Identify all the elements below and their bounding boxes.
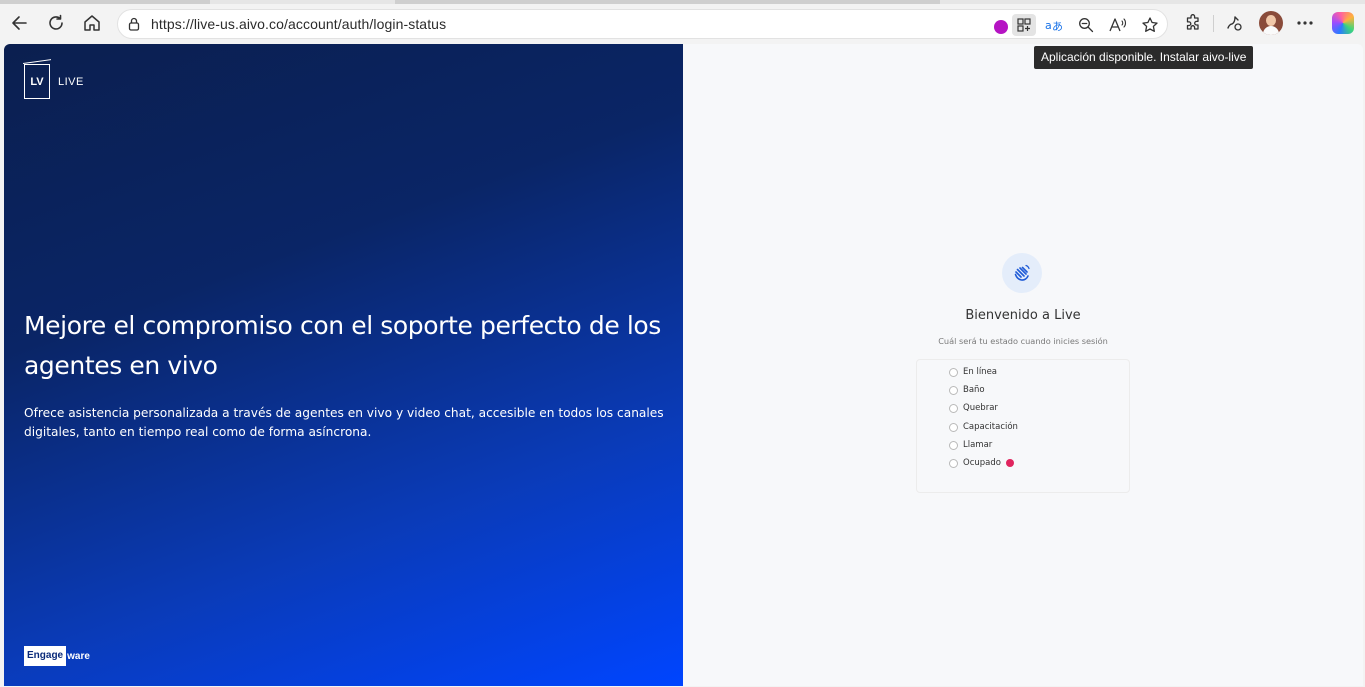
status-label: Capacitación [963, 422, 1018, 432]
status-radio[interactable] [949, 458, 958, 468]
page-content: LV LIVE Mejore el compromiso con el sopo… [4, 44, 1363, 686]
profile-avatar[interactable] [1259, 11, 1283, 35]
extensions-icon [1186, 14, 1199, 30]
wave-hand-icon [1014, 264, 1030, 281]
logo-text: LIVE [58, 75, 84, 88]
status-radio[interactable] [949, 422, 958, 432]
engageware-logo: Engage ware [24, 646, 90, 666]
translate-icon: aあ [1045, 19, 1063, 33]
browser-essentials-icon [1227, 16, 1242, 31]
wave-hand-badge [1002, 253, 1042, 293]
app-available-icon [1017, 18, 1031, 32]
login-status-panel: Bienvenido a Live Cuál será tu estado cu… [683, 44, 1363, 686]
status-label: Baño [963, 385, 985, 395]
refresh-button[interactable] [42, 9, 70, 37]
hero-headline: Mejore el compromiso con el soporte perf… [24, 311, 661, 380]
zoom-button[interactable] [1075, 14, 1097, 36]
browser-chrome: https://live-us.aivo.co/account/auth/log… [0, 0, 1365, 44]
lock-icon[interactable] [126, 16, 142, 32]
app-available-button[interactable] [1012, 14, 1036, 36]
recording-indicator [994, 20, 1008, 34]
back-icon [12, 16, 27, 30]
url-text[interactable]: https://live-us.aivo.co/account/auth/log… [151, 16, 446, 32]
welcome-subtitle: Cuál será tu estado cuando inicies sesió… [938, 336, 1108, 346]
status-options: En línea Baño Quebrar Capacitación Llama… [916, 359, 1130, 493]
brand-rest-text: ware [67, 650, 90, 662]
status-option-quebrar[interactable]: Quebrar [949, 401, 998, 415]
refresh-icon [49, 14, 63, 30]
status-label: Quebrar [963, 403, 998, 413]
zoom-out-icon [1079, 18, 1094, 33]
status-label: En línea [963, 367, 998, 377]
status-radio[interactable] [949, 367, 958, 377]
brand-box-text: Engage [24, 646, 67, 666]
status-option-bano[interactable]: Baño [949, 383, 985, 397]
status-option-en-linea[interactable]: En línea [949, 365, 997, 379]
hero-description: Ofrece asistencia personalizada a través… [24, 406, 664, 439]
hero-panel: LV LIVE Mejore el compromiso con el sopo… [4, 44, 683, 686]
live-logo: LV LIVE [24, 64, 84, 99]
status-option-llamar[interactable]: Llamar [949, 438, 992, 452]
more-icon [1297, 21, 1313, 25]
copilot-icon[interactable] [1332, 12, 1354, 34]
status-radio[interactable] [949, 403, 958, 413]
busy-indicator [1005, 459, 1014, 467]
status-option-ocupado[interactable]: Ocupado [949, 456, 1014, 470]
favorite-button[interactable] [1139, 14, 1161, 36]
status-radio[interactable] [949, 385, 958, 395]
status-option-capacitacion[interactable]: Capacitación [949, 420, 1018, 434]
welcome-title: Bienvenido a Live [965, 308, 1081, 323]
address-bar[interactable]: https://live-us.aivo.co/account/auth/log… [117, 9, 1168, 39]
status-radio[interactable] [949, 440, 958, 450]
toolbar-divider [1213, 15, 1214, 32]
more-button[interactable] [1292, 10, 1318, 36]
svg-text:あ: あ [1052, 20, 1063, 33]
status-label: Ocupado [963, 458, 1001, 468]
browser-essentials-button[interactable] [1221, 10, 1247, 36]
back-button[interactable] [6, 9, 34, 37]
read-aloud-button[interactable] [1107, 14, 1129, 36]
home-icon [84, 15, 100, 31]
install-app-tooltip: Aplicación disponible. Instalar aivo-liv… [1034, 46, 1254, 69]
home-button[interactable] [78, 9, 106, 37]
extensions-button[interactable] [1180, 10, 1206, 36]
favorite-icon [1142, 17, 1158, 32]
translate-button[interactable]: aあ [1043, 14, 1065, 36]
svg-text:a: a [1045, 19, 1052, 32]
read-aloud-icon [1109, 18, 1127, 32]
status-label: Llamar [963, 440, 993, 450]
logo-mark: LV [24, 64, 50, 99]
tab-strip [0, 0, 1365, 4]
